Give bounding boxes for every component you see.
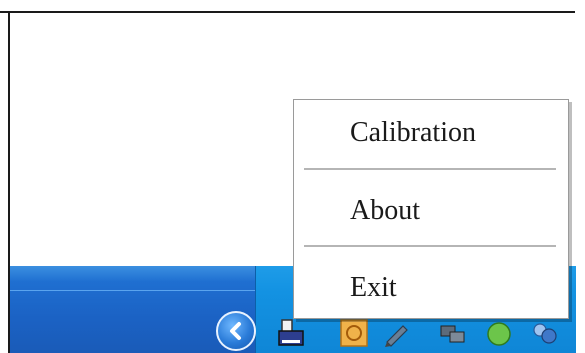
chevron-left-icon xyxy=(230,322,241,340)
screen: Calibration About Exit xyxy=(0,0,585,353)
menu-separator xyxy=(304,245,556,247)
printer-icon[interactable] xyxy=(276,318,306,348)
tray-expand-button[interactable] xyxy=(216,311,256,351)
green-app-icon[interactable] xyxy=(484,318,514,348)
menu-item-about[interactable]: About xyxy=(294,186,568,236)
network-icon[interactable] xyxy=(438,318,468,348)
orange-app-icon[interactable] xyxy=(339,318,369,348)
pen-icon[interactable] xyxy=(383,318,413,348)
menu-item-exit[interactable]: Exit xyxy=(294,263,568,313)
menu-item-calibration[interactable]: Calibration xyxy=(294,108,568,158)
window-top-edge xyxy=(0,0,585,13)
menu-separator xyxy=(304,168,556,170)
screen-right-margin xyxy=(575,11,585,353)
context-menu: Calibration About Exit xyxy=(293,99,569,319)
blue-app-icon[interactable] xyxy=(530,318,560,348)
